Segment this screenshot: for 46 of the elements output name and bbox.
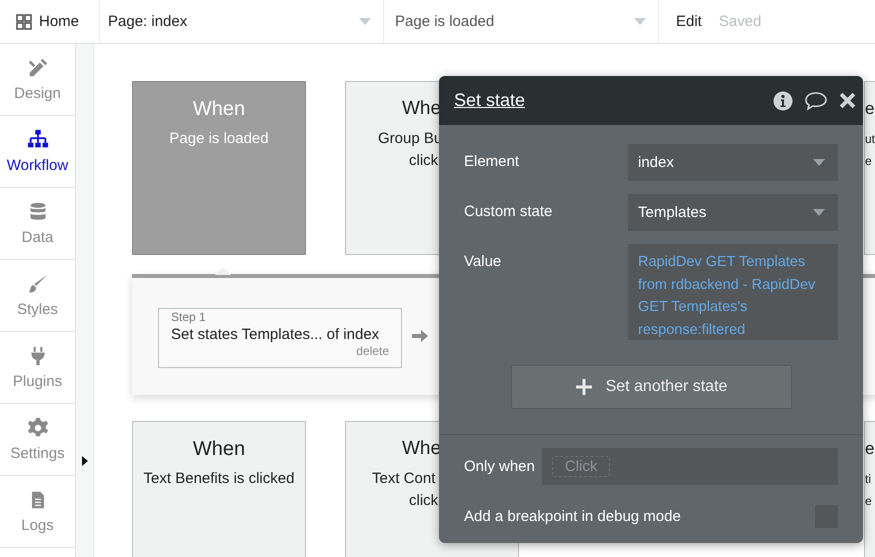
pencil-ruler-icon: [26, 57, 48, 79]
comment-icon[interactable]: [804, 90, 828, 110]
card-text: Text Cont: [372, 469, 436, 489]
card-text: click: [409, 151, 438, 171]
card-title: e: [865, 98, 874, 120]
brush-icon: [26, 273, 48, 295]
caret-icon: [813, 159, 825, 166]
caret-icon: [634, 18, 646, 25]
card-title: e: [865, 438, 874, 460]
step-label: Step 1: [171, 310, 206, 324]
card-text: e: [865, 493, 872, 510]
card-text: e: [865, 153, 872, 170]
event-dropdown[interactable]: Page is loaded: [384, 0, 659, 43]
close-icon[interactable]: [839, 92, 856, 109]
step-action: Set states Templates... of index: [171, 326, 380, 343]
add-state-button[interactable]: Set another state: [510, 365, 792, 409]
card-text: ti: [865, 471, 871, 488]
home-button[interactable]: Home: [0, 0, 100, 43]
expand-arrow-icon[interactable]: [82, 456, 88, 466]
caret-icon: [359, 18, 371, 25]
page-dropdown[interactable]: Page: index: [100, 0, 384, 43]
arrow-right-icon: [412, 329, 428, 343]
grid-icon: [16, 14, 32, 30]
card-title: Whe: [402, 437, 442, 461]
dropdown-field[interactable]: Templates: [628, 194, 838, 231]
card-text: click: [409, 491, 438, 511]
caret-icon: [813, 209, 825, 216]
event-card[interactable]: e ti e: [864, 421, 875, 557]
field-label: Value: [464, 252, 502, 270]
card-title: When: [192, 437, 246, 462]
step-card[interactable]: Step 1 Set states Templates... of index delete: [158, 308, 402, 368]
sidebar-item[interactable]: Workflow: [0, 116, 75, 188]
card-text: Page is loaded: [169, 129, 269, 149]
event-card[interactable]: When Text Benefits is clicked: [132, 421, 306, 557]
event-card[interactable]: e ut e: [864, 81, 875, 255]
edit-menu[interactable]: Edit: [676, 13, 702, 30]
card-text: Text Benefits is clicked: [144, 469, 294, 489]
plus-icon: [574, 378, 593, 396]
settings-icon: [26, 417, 48, 439]
card-title: When: [192, 97, 246, 122]
card-text: ut: [865, 131, 875, 148]
info-icon[interactable]: [773, 90, 793, 110]
card-title: Whe: [402, 97, 442, 121]
field-label: Element: [464, 152, 520, 170]
dropdown-field[interactable]: index: [628, 144, 838, 181]
save-status: Saved: [718, 13, 762, 30]
